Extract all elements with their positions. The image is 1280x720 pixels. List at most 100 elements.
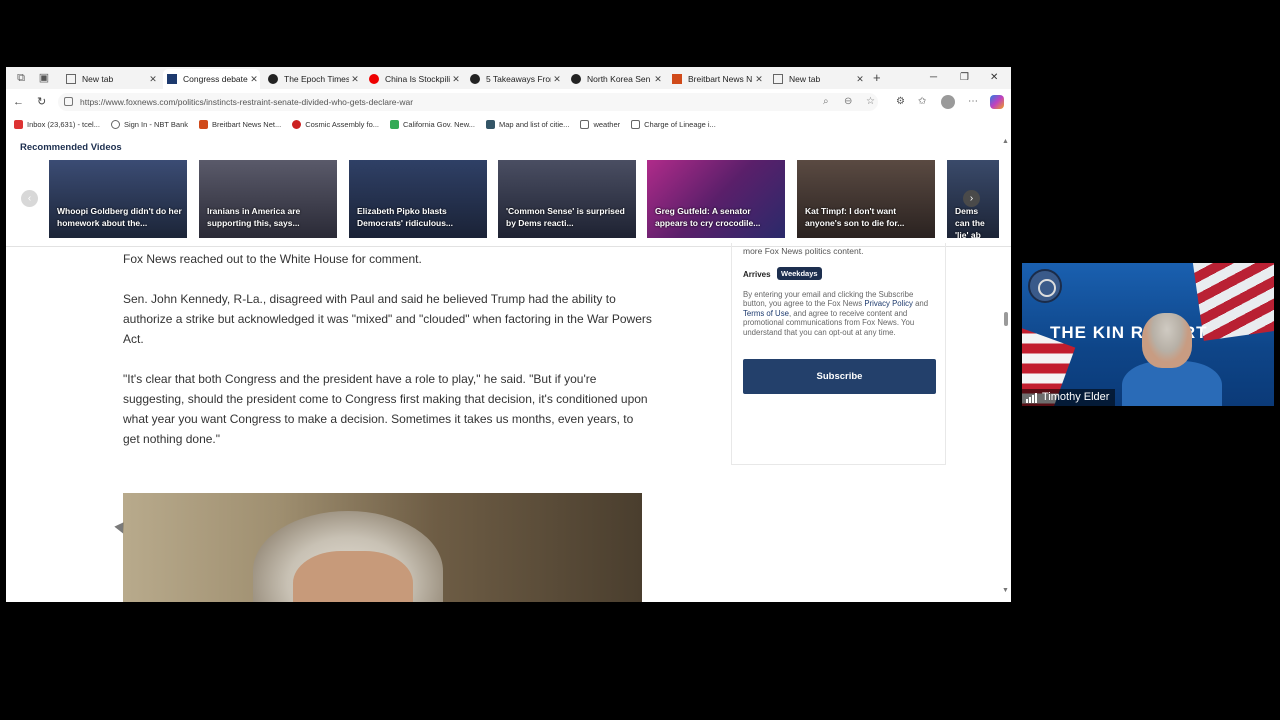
epoch-times-icon: [571, 74, 581, 84]
subscribe-button[interactable]: Subscribe: [743, 359, 936, 394]
video-caption[interactable]: Kat Timpf: I don't want anyone's son to …: [805, 205, 931, 229]
url-text[interactable]: https://www.foxnews.com/politics/instinc…: [80, 97, 413, 107]
scroll-down-icon[interactable]: ▼: [1002, 587, 1009, 594]
bookmark-charge-lineage[interactable]: Charge of Lineage i...: [631, 120, 716, 129]
close-tab-icon[interactable]: ✕: [854, 74, 866, 85]
tab-8[interactable]: New tab ✕: [769, 69, 866, 89]
article-paragraph: Fox News reached out to the White House …: [123, 252, 422, 266]
zoom-icon[interactable]: ⌕: [823, 96, 829, 107]
video-caption[interactable]: Elizabeth Pipko blasts Democrats' ridicu…: [357, 205, 483, 229]
bookmark-label: California Gov. New...: [403, 120, 475, 129]
bear-icon: [390, 120, 399, 129]
scroll-thumb[interactable]: [1004, 312, 1008, 326]
video-thumbnail[interactable]: Iranians in America are supporting this,…: [199, 160, 337, 238]
tab-strip: ⧉ ▣ New tab ✕ Congress debate ✕ The Epoc…: [6, 67, 1011, 89]
article-paragraph: "It's clear that both Congress and the p…: [123, 372, 648, 446]
tab-5[interactable]: 5 Takeaways From ✕: [466, 69, 563, 89]
favorites-icon[interactable]: ✩: [918, 96, 926, 107]
legal-text-part: and: [915, 299, 929, 309]
close-tab-icon[interactable]: ✕: [753, 74, 765, 85]
tab-title: The Epoch Times: [284, 74, 349, 84]
legal-text: By entering your email and clicking the …: [743, 290, 938, 337]
tab-title: Congress debate: [183, 74, 248, 84]
tab-title: Breitbart News N: [688, 74, 753, 84]
tab-title: New tab: [82, 74, 114, 84]
extensions-icon[interactable]: ⚙: [896, 96, 905, 107]
bookmark-california-gov[interactable]: California Gov. New...: [390, 120, 475, 129]
scroll-up-icon[interactable]: ▲: [1002, 138, 1009, 145]
participant-name: Timothy Elder: [1042, 391, 1110, 403]
refresh-icon[interactable]: ↻: [37, 94, 46, 110]
tab-2-active[interactable]: Congress debate ✕: [163, 69, 260, 89]
site-info-icon[interactable]: [64, 97, 73, 106]
video-caption[interactable]: Dems can the 'lie' ab: [955, 205, 995, 238]
window-close-icon[interactable]: ✕: [990, 70, 998, 86]
close-tab-icon[interactable]: ✕: [450, 74, 462, 85]
bookmark-nbt-bank[interactable]: Sign In - NBT Bank: [110, 120, 188, 129]
bookmark-breitbart[interactable]: Breitbart News Net...: [199, 120, 281, 129]
copilot-icon[interactable]: [990, 95, 1004, 109]
bookmarks-bar: Inbox (23,631) - tcel... Sign In - NBT B…: [6, 116, 1011, 133]
tab-7[interactable]: Breitbart News N ✕: [668, 69, 765, 89]
bookmark-label: Map and list of citie...: [498, 120, 570, 129]
video-caption[interactable]: Whoopi Goldberg didn't do her homework a…: [57, 205, 183, 229]
address-toolbar: ← ↻ https://www.foxnews.com/politics/ins…: [6, 91, 1011, 113]
frequency-badge: Weekdays: [777, 267, 822, 280]
reader-icon[interactable]: ⊖: [844, 96, 852, 107]
arrives-label: Arrives: [743, 270, 771, 279]
video-caption[interactable]: Greg Gutfeld: A senator appears to cry c…: [655, 205, 781, 229]
video-caption[interactable]: 'Common Sense' is surprised by Dems reac…: [506, 205, 632, 229]
article-photo: [123, 493, 642, 602]
terms-of-use-link[interactable]: Terms of Use: [743, 309, 789, 318]
close-tab-icon[interactable]: ✕: [147, 74, 159, 85]
restore-icon[interactable]: ❐: [960, 70, 969, 86]
tab-1[interactable]: New tab ✕: [62, 69, 159, 89]
back-arrow-icon[interactable]: ←: [13, 94, 24, 110]
bookmark-inbox[interactable]: Inbox (23,631) - tcel...: [14, 120, 100, 129]
bookmark-label: Breitbart News Net...: [212, 120, 282, 129]
bookmark-weather[interactable]: weather: [580, 120, 620, 129]
foxnews-icon: [167, 74, 177, 84]
video-thumbnail[interactable]: Whoopi Goldberg didn't do her homework a…: [49, 160, 187, 238]
signal-bars-icon: [1026, 392, 1038, 403]
newsletter-signup: more Fox News politics content. Arrives …: [731, 243, 946, 465]
profile-avatar[interactable]: [941, 95, 955, 109]
tab-3[interactable]: The Epoch Times ✕: [264, 69, 361, 89]
carousel-prev-icon[interactable]: ‹: [21, 190, 38, 207]
close-tab-icon[interactable]: ✕: [652, 74, 664, 85]
video-thumbnail[interactable]: Kat Timpf: I don't want anyone's son to …: [797, 160, 935, 238]
tab-title: 5 Takeaways From: [486, 74, 551, 84]
bookmark-cosmic-assembly[interactable]: Cosmic Assembly fo...: [292, 120, 379, 129]
close-tab-icon[interactable]: ✕: [551, 74, 563, 85]
video-caption[interactable]: Iranians in America are supporting this,…: [207, 205, 333, 229]
youtube-icon: [369, 74, 379, 84]
more-menu-icon[interactable]: ⋯: [968, 96, 978, 107]
photo-face: [293, 551, 413, 602]
folder-icon: [580, 120, 590, 129]
bookmark-label: Inbox (23,631) - tcel...: [27, 120, 100, 129]
address-bar[interactable]: https://www.foxnews.com/politics/instinc…: [58, 93, 878, 111]
tab-title: North Korea Sen: [587, 74, 651, 84]
workspaces-icon[interactable]: ⧉: [14, 71, 28, 85]
video-thumbnail[interactable]: Greg Gutfeld: A senator appears to cry c…: [647, 160, 785, 238]
article-body: Fox News reached out to the White House …: [123, 249, 653, 469]
video-thumbnail[interactable]: 'Common Sense' is surprised by Dems reac…: [498, 160, 636, 238]
epoch-times-icon: [470, 74, 480, 84]
page-scrollbar[interactable]: ▲ ▼: [1001, 135, 1011, 602]
favorite-star-icon[interactable]: ☆: [866, 96, 875, 107]
breitbart-icon: [672, 74, 682, 84]
bookmark-map-list[interactable]: Map and list of citie...: [485, 120, 570, 129]
page-content: Recommended Videos ‹ Whoopi Goldberg did…: [6, 135, 1011, 602]
carousel-next-icon[interactable]: ›: [963, 190, 980, 207]
new-tab-plus-icon[interactable]: +: [873, 70, 881, 86]
tab-6[interactable]: North Korea Sen ✕: [567, 69, 664, 89]
page-icon: [773, 74, 783, 84]
tab-actions-icon[interactable]: ▣: [37, 71, 51, 85]
video-thumbnail[interactable]: Elizabeth Pipko blasts Democrats' ridicu…: [349, 160, 487, 238]
close-tab-icon[interactable]: ✕: [349, 74, 361, 85]
close-tab-icon[interactable]: ✕: [248, 74, 260, 85]
minimize-icon[interactable]: ─: [930, 70, 937, 86]
map-icon: [485, 120, 495, 129]
tab-4[interactable]: China Is Stockpili ✕: [365, 69, 462, 89]
privacy-policy-link[interactable]: Privacy Policy: [864, 299, 913, 308]
